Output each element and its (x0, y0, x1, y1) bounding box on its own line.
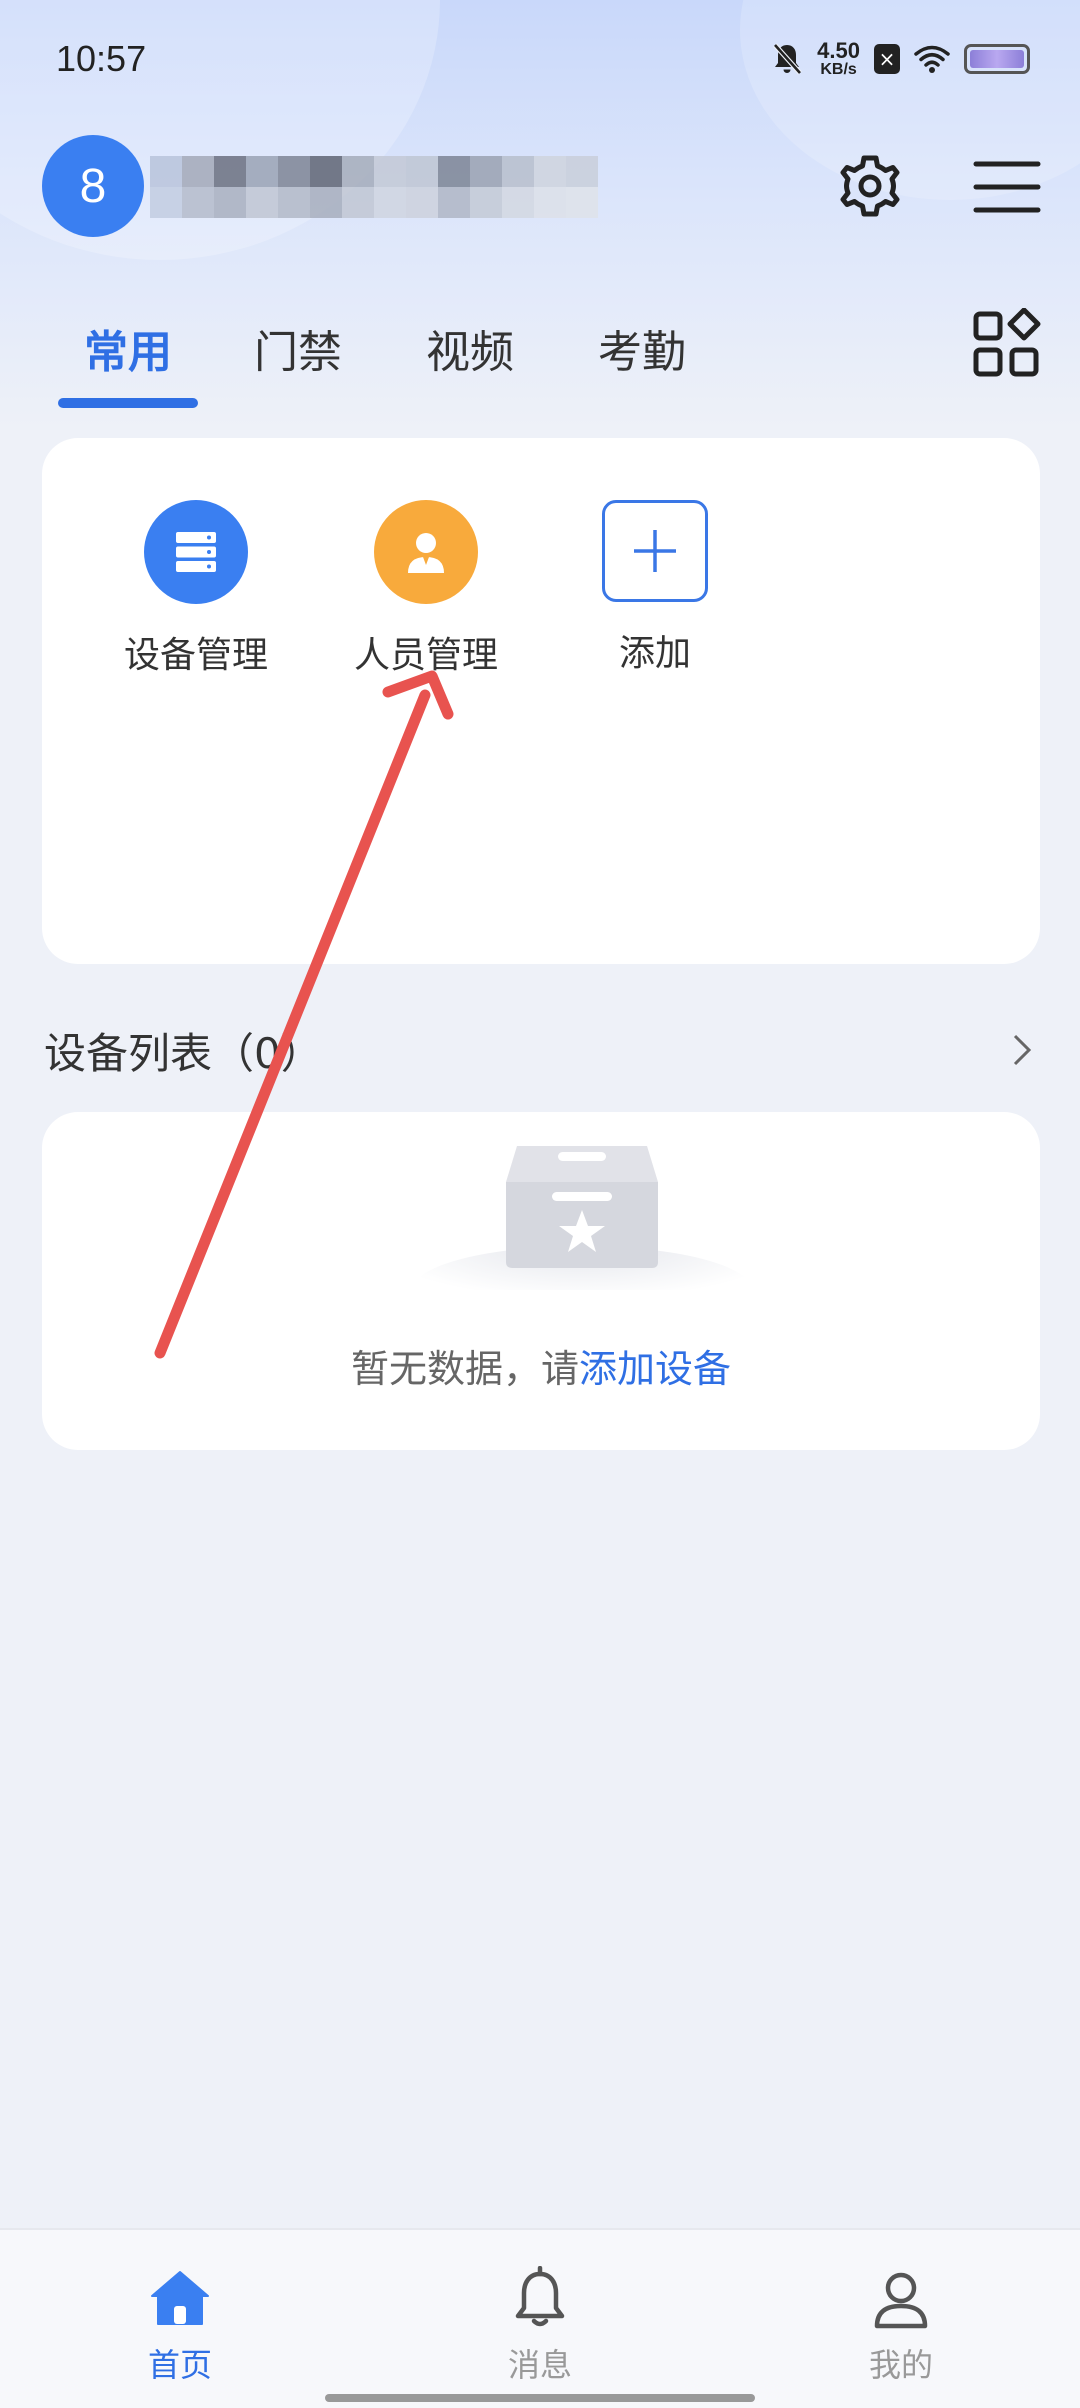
plus-icon (602, 500, 708, 602)
nav-profile-label: 我的 (868, 2346, 933, 2384)
network-speed: 4.50 KB/s (817, 38, 860, 78)
tab-common[interactable]: 常用 (84, 316, 172, 380)
add-device-link[interactable]: 添加设备 (579, 1347, 731, 1391)
user-icon (874, 2272, 928, 2329)
battery-icon (964, 44, 1030, 74)
status-time: 10:57 (56, 38, 147, 79)
status-icons: 4.50 KB/s × (771, 40, 1030, 78)
nav-profile[interactable]: 我的 (801, 2266, 1001, 2386)
add-shortcut-button[interactable]: 添加 (555, 500, 755, 676)
quick-actions-card: 设备管理 人员管理 添加 (42, 438, 1040, 964)
status-bar: 10:57 4.50 KB/s × (0, 0, 1080, 120)
category-tabs: 常用 门禁 视频 考勤 (0, 300, 1080, 410)
bell-icon (515, 2265, 565, 2327)
active-tab-indicator (58, 398, 198, 408)
settings-button[interactable] (832, 148, 908, 224)
gear-icon (840, 155, 900, 217)
device-management-label: 设备管理 (123, 635, 268, 676)
device-management-button[interactable]: 设备管理 (96, 500, 296, 678)
chevron-right-icon[interactable] (1006, 1030, 1038, 1070)
mute-bell-icon (773, 43, 803, 75)
bottom-navigation: 首页 消息 我的 (0, 2228, 1080, 2408)
nav-messages[interactable]: 消息 (440, 2265, 640, 2386)
home-gesture-bar[interactable] (325, 2394, 755, 2402)
nav-messages-label: 消息 (507, 2346, 572, 2384)
username-redacted (150, 156, 610, 218)
nav-home-label: 首页 (147, 2346, 212, 2384)
grid-apps-icon[interactable] (972, 308, 1044, 380)
server-stack-icon (144, 500, 248, 604)
device-list-empty-card: 暂无数据，请添加设备 (42, 1112, 1040, 1450)
tab-video[interactable]: 视频 (426, 316, 514, 380)
nav-home[interactable]: 首页 (80, 2266, 280, 2386)
menu-button[interactable] (970, 150, 1044, 224)
personnel-management-label: 人员管理 (353, 635, 498, 676)
empty-box-icon (412, 1146, 752, 1290)
device-list-title: 设备列表（0） (44, 1029, 323, 1078)
empty-state-message: 暂无数据，请添加设备 (42, 1338, 1040, 1393)
tab-access-control[interactable]: 门禁 (254, 316, 342, 380)
tab-attendance[interactable]: 考勤 (598, 316, 686, 380)
sim-no-service-icon: × (874, 44, 900, 74)
wifi-icon (914, 45, 950, 73)
person-icon (374, 500, 478, 604)
personnel-management-button[interactable]: 人员管理 (326, 500, 526, 678)
hamburger-menu-icon (973, 161, 1041, 213)
avatar[interactable]: 8 (42, 135, 144, 237)
empty-state-text: 暂无数据，请 (350, 1347, 579, 1391)
home-icon (151, 2271, 209, 2325)
add-shortcut-label: 添加 (618, 633, 691, 674)
